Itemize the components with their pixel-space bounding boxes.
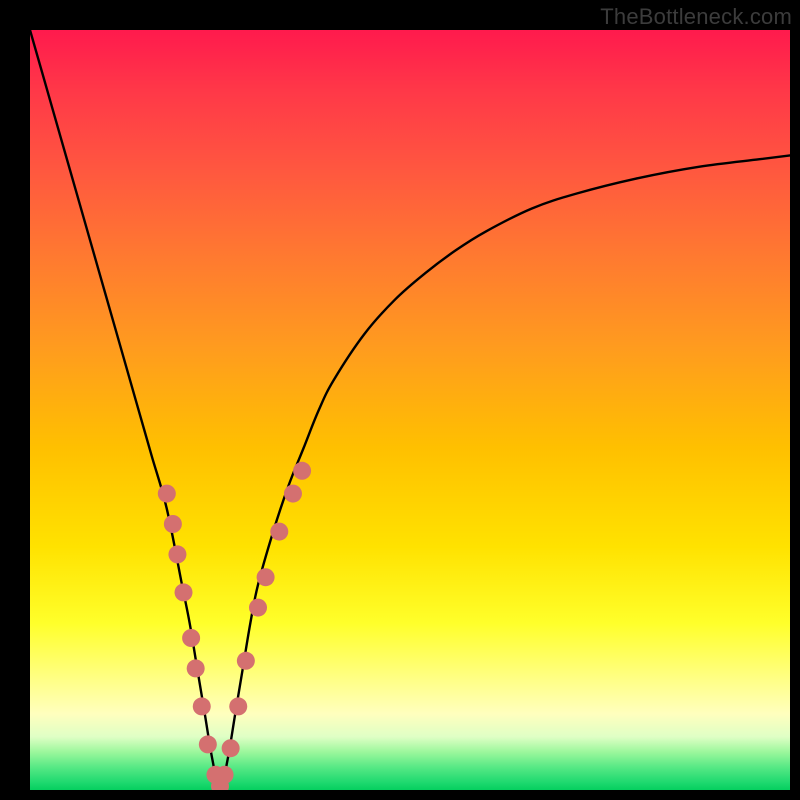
data-dots-right-2 [237, 652, 255, 670]
data-dots-left-2 [168, 545, 186, 563]
data-dots-left-7 [199, 735, 217, 753]
data-dots-left-4 [182, 629, 200, 647]
plot-area [30, 30, 790, 790]
data-dots-left-0 [158, 485, 176, 503]
data-dots-left-3 [175, 583, 193, 601]
watermark-text: TheBottleneck.com [600, 4, 792, 30]
data-dots-left-5 [187, 659, 205, 677]
chart-frame: TheBottleneck.com [0, 0, 800, 800]
marker-group [158, 462, 311, 790]
curve-layer [30, 30, 790, 790]
series-bottleneck-curve [30, 30, 790, 790]
data-dots-left-6 [193, 697, 211, 715]
data-dots-right-3 [249, 599, 267, 617]
data-dots-left-10 [216, 766, 234, 784]
data-dots-right-7 [293, 462, 311, 480]
data-dots-left-1 [164, 515, 182, 533]
data-dots-right-1 [229, 697, 247, 715]
curve-group [30, 30, 790, 790]
data-dots-right-4 [257, 568, 275, 586]
data-dots-right-6 [284, 485, 302, 503]
data-dots-right-5 [270, 523, 288, 541]
data-dots-right-0 [222, 739, 240, 757]
